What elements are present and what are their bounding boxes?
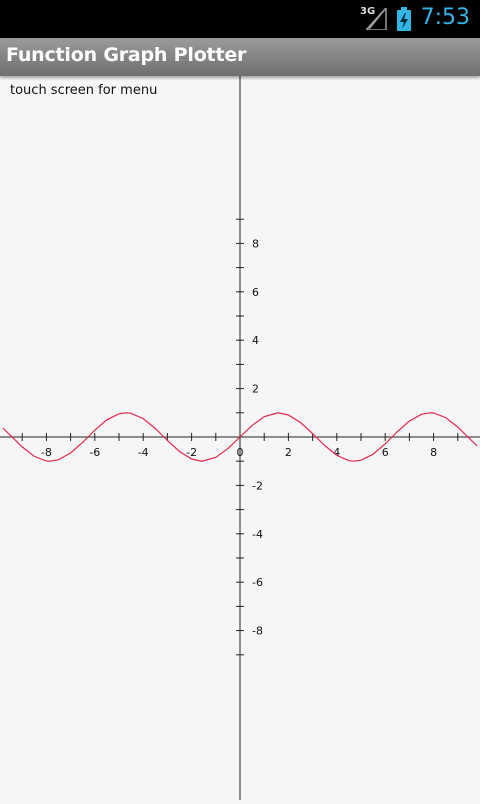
y-tick-label: -8	[252, 625, 263, 638]
battery-charging-icon	[397, 7, 411, 31]
y-tick-label: 2	[252, 383, 259, 396]
x-tick-label: -8	[41, 446, 52, 459]
y-tick-label: 6	[252, 286, 259, 299]
x-tick-label: 0	[237, 446, 244, 459]
y-tick-label: -6	[252, 576, 263, 589]
signal-icon	[366, 8, 387, 30]
y-tick-label: 8	[252, 237, 259, 250]
y-tick-label: -4	[252, 528, 263, 541]
x-tick-label: -4	[138, 446, 149, 459]
status-bar: 3G 7:53	[0, 0, 480, 38]
x-tick-label: 6	[382, 446, 389, 459]
menu-hint: touch screen for menu	[10, 83, 158, 98]
status-clock: 7:53	[420, 5, 470, 30]
x-tick-label: -6	[89, 446, 100, 459]
y-tick-label: -2	[252, 479, 263, 492]
x-tick-label: 2	[285, 446, 292, 459]
y-tick-label: 4	[252, 334, 259, 347]
graph-canvas[interactable]: -8 -6 -4 -2 0 2 4 6 8 -8 -6 -4 -2 2 4 6 8	[0, 76, 480, 800]
function-plot[interactable]: -8 -6 -4 -2 0 2 4 6 8-8-6-4-22468	[0, 76, 480, 800]
app-title: Function Graph Plotter	[6, 44, 247, 66]
x-tick-label: 8	[430, 446, 437, 459]
action-bar: Function Graph Plotter	[0, 38, 480, 76]
